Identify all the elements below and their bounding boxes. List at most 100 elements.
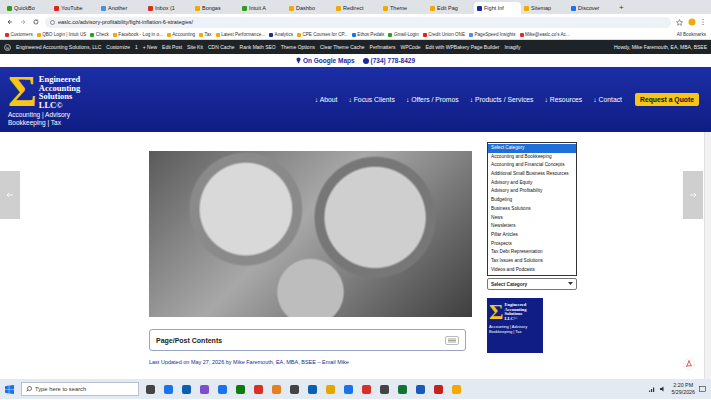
admin-bar-item[interactable]: WPCode (400, 44, 420, 50)
taskbar-app[interactable] (179, 382, 193, 396)
bookmark[interactable]: Check (90, 32, 109, 37)
category-option[interactable]: Newsletters (488, 222, 576, 231)
phone-link[interactable]: (734) 778-8429 (363, 57, 415, 64)
taskbar-app[interactable] (341, 382, 355, 396)
bookmark[interactable]: Ethos Pedals (352, 32, 385, 37)
taskbar-app[interactable] (449, 382, 463, 396)
nav-item[interactable]: ↓ Resources (544, 96, 582, 103)
bookmark[interactable]: Mike@easlc.co's Ac... (520, 32, 570, 37)
admin-bar-item[interactable]: Theme Options (281, 44, 315, 50)
taskbar-app[interactable] (197, 382, 211, 396)
featured-image (149, 151, 472, 317)
maps-link[interactable]: On Google Maps (296, 57, 355, 64)
category-option[interactable]: Accounting and Bookkeeping (488, 153, 576, 162)
taskbar-app[interactable] (251, 382, 265, 396)
left-slide-tab[interactable] (0, 171, 20, 219)
browser-tab[interactable]: Intuit A (239, 2, 286, 14)
bookmark[interactable]: Gmail-Login (388, 32, 418, 37)
sidebar-logo[interactable]: ΣEngineeredAccountingSolutionsLLC©Accoun… (487, 298, 543, 353)
taskbar-search[interactable]: Type here to search (21, 382, 139, 396)
taskbar-app[interactable] (287, 382, 301, 396)
bookmark[interactable]: Accounting (167, 32, 195, 37)
taskbar-app[interactable] (143, 382, 157, 396)
category-option[interactable]: Advisory and Equity (488, 179, 576, 188)
admin-bar-item[interactable]: Edit Post (162, 44, 182, 50)
table-of-contents[interactable]: Page/Post Contents (149, 329, 466, 351)
taskbar-app[interactable] (233, 382, 247, 396)
category-option[interactable]: Business Solutions (488, 205, 576, 214)
clock[interactable]: 2:20 PM5/29/2026 (671, 382, 695, 396)
category-option[interactable]: Additional Small Business Resources (488, 170, 576, 179)
taskbar-app[interactable] (305, 382, 319, 396)
admin-bar-item[interactable]: Perfmatters (370, 44, 396, 50)
admin-bar-item[interactable]: Imagify (504, 44, 520, 50)
bookmark[interactable]: Analytics (269, 32, 293, 37)
taskbar-app[interactable] (377, 382, 391, 396)
nav-item[interactable]: ↓ Offers / Promos (406, 96, 459, 103)
category-option[interactable]: News (488, 214, 576, 223)
arrow-left-icon (6, 192, 14, 198)
nav-item[interactable]: ↓ Contact (593, 96, 622, 103)
taskbar-app[interactable] (395, 382, 409, 396)
category-option[interactable]: Prospects (488, 240, 576, 249)
admin-bar-item[interactable]: Edit with WPBakery Page Builder (425, 44, 499, 50)
admin-bar-item[interactable]: + New (143, 44, 157, 50)
admin-bar-item[interactable]: Clear Theme Cache (320, 44, 365, 50)
nav-item[interactable]: ↓ About (315, 96, 338, 103)
taskbar-app[interactable] (413, 382, 427, 396)
bookmark[interactable]: CPE Courses for CP... (297, 32, 348, 37)
bookmark[interactable]: PageSpeed Insights (469, 32, 516, 37)
taskbar-app[interactable] (359, 382, 373, 396)
admin-site-name[interactable]: Engineered Accounting Solutions, LLC (16, 44, 101, 50)
toc-toggle[interactable] (445, 336, 459, 345)
admin-bar-item[interactable]: 1 (135, 44, 138, 50)
admin-bar-item[interactable]: Customize (106, 44, 130, 50)
browser-tab[interactable]: Fight Inf (474, 2, 521, 14)
browser-tab[interactable]: Dashbo (286, 2, 333, 14)
browser-tab[interactable]: Bongas (192, 2, 239, 14)
sidebar-logo-tagline: Accounting | Advisory Bookkeeping | Tax (489, 324, 541, 334)
taskbar-app[interactable] (215, 382, 229, 396)
category-option[interactable]: Pillar Articles (488, 231, 576, 240)
category-option[interactable]: Tax Issues and Solutions (488, 257, 576, 266)
browser-tab[interactable]: Edit Pag (427, 2, 474, 14)
right-slide-tab[interactable] (683, 171, 703, 219)
address-field[interactable]: easlc.co/advisory-profitability/fight-in… (45, 17, 671, 28)
category-option[interactable]: Select Category (488, 144, 576, 153)
bookmark[interactable]: Latest Performance... (216, 32, 265, 37)
nav-item[interactable]: ↓ Products / Services (470, 96, 534, 103)
category-option[interactable]: Budgeting (488, 196, 576, 205)
howdy[interactable]: Howdy, Mike Faremouth, EA, MBA, BSEE (614, 44, 707, 50)
taskbar-app[interactable] (161, 382, 175, 396)
site-logo[interactable]: ΣEngineeredAccountingSolutionsLLC©Accoun… (8, 73, 80, 126)
bookmark[interactable]: Tax (199, 32, 212, 37)
category-option[interactable]: Advisory and Profitability (488, 187, 576, 196)
category-select[interactable]: Select Category (487, 278, 577, 290)
category-option[interactable]: Accounting and Financial Concepts (488, 161, 576, 170)
category-option[interactable]: Tax Debt Representation (488, 248, 576, 257)
new-tab-button[interactable]: + (619, 2, 624, 14)
taskbar-app[interactable] (323, 382, 337, 396)
browser-tab[interactable]: Discover (568, 2, 615, 14)
admin-bar-item[interactable]: Site Kit (187, 44, 203, 50)
taskbar-app[interactable] (269, 382, 283, 396)
browser-tab[interactable]: QuickBo (4, 2, 51, 14)
browser-tab[interactable]: YouTube (51, 2, 98, 14)
browser-tab[interactable]: Theme (380, 2, 427, 14)
bookmark[interactable]: Facebook - Log in o... (113, 32, 163, 37)
bookmark[interactable]: Customers (5, 32, 33, 37)
nav-item[interactable]: ↓ Focus Clients (348, 96, 394, 103)
taskbar-app[interactable] (431, 382, 445, 396)
admin-bar-item[interactable]: Rank Math SEO (240, 44, 276, 50)
browser-tab[interactable]: Inbox (1 (145, 2, 192, 14)
request-quote-button[interactable]: Request a Quote (635, 93, 699, 106)
bookmark[interactable]: QBO Login | Intuit US (37, 32, 87, 37)
browser-tab[interactable]: Redirect (333, 2, 380, 14)
bookmark-label: Accounting (172, 32, 195, 37)
admin-bar-item[interactable]: CDN Cache (208, 44, 235, 50)
category-option[interactable]: Videos and Podcasts (488, 266, 576, 275)
bookmark[interactable]: Credit Union ONE (423, 32, 465, 37)
browser-tab[interactable]: Sitemap (521, 2, 568, 14)
all-bookmarks[interactable]: All Bookmarks (677, 32, 706, 37)
browser-tab[interactable]: Another (98, 2, 145, 14)
